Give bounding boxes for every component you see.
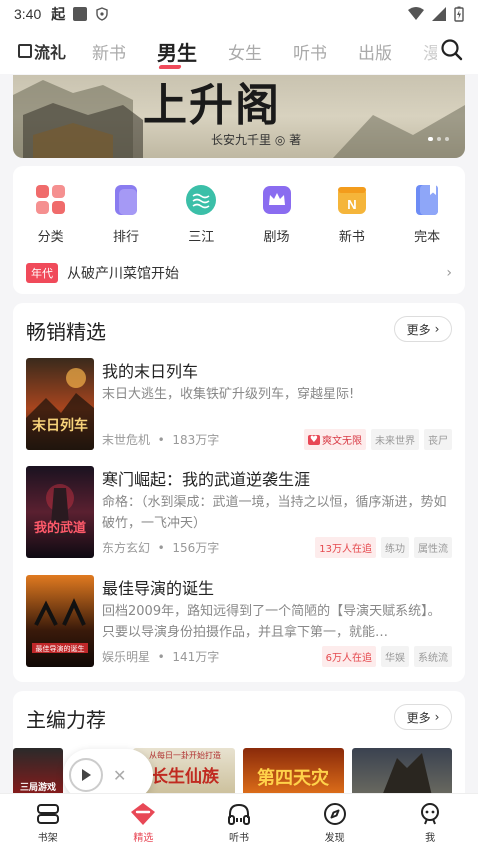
svg-text:三局游戏: 三局游戏: [20, 781, 56, 793]
svg-text:第四天灾: 第四天灾: [257, 767, 329, 789]
svg-text:长生仙族: 长生仙族: [151, 766, 220, 787]
book-cover[interactable]: 三局游戏: [13, 748, 63, 796]
section-title: 畅销精选: [26, 320, 106, 344]
svg-text:最佳导演的诞生: 最佳导演的诞生: [36, 644, 85, 653]
wave-icon: [186, 185, 217, 215]
more-button[interactable]: 更多 ›: [394, 316, 452, 342]
logo-text: 流礼: [34, 43, 67, 62]
category-completed[interactable]: 完本: [389, 184, 464, 245]
banner-pagination: [428, 137, 449, 141]
nav-profile[interactable]: 我: [382, 794, 478, 851]
app-notification-icon: 起: [51, 7, 66, 23]
top-nav: 流礼 新书 男生 女生 听书 出版 漫: [0, 28, 478, 74]
chevron-right-icon: ›: [434, 322, 440, 336]
book-item[interactable]: 最佳导演的诞生 最佳导演的诞生 回档2009年，路知远得到了一个简陋的【导演天赋…: [26, 575, 452, 667]
shield-icon: [96, 7, 108, 21]
new-book-icon: N: [337, 187, 366, 214]
tab-male[interactable]: 男生: [157, 37, 197, 66]
book-item[interactable]: 末日列车 我的末日列车 末日大逃生，收集铁矿升级列车，穿越星际! 末世危机 • …: [26, 358, 452, 450]
tab-publishing[interactable]: 出版: [358, 39, 392, 64]
chevron-right-icon: ›: [434, 710, 440, 724]
nav-discover[interactable]: 发现: [287, 794, 383, 851]
book-title: 我的末日列车: [102, 362, 199, 381]
book-meta: 娱乐明星 • 141万字: [102, 650, 220, 664]
category-card: 分类 排行 三江 剧场 N 新书 完本 年代 从破产川菜馆开始 ›: [13, 166, 465, 294]
close-icon[interactable]: ✕: [113, 766, 126, 785]
play-button[interactable]: [69, 758, 103, 792]
book-cover[interactable]: [352, 748, 452, 796]
genre-tag: 华娱: [381, 646, 409, 667]
genre-tag: 练功: [381, 537, 409, 558]
logo-mark-icon: [18, 44, 32, 58]
crown-icon: [262, 186, 291, 214]
section-title: 主编力荐: [26, 708, 106, 732]
book-description: 命格：（水到渠成：武道一境，当持之以恒，循序渐进，势如破竹，一飞冲天）: [102, 495, 447, 531]
genre-tag: 系统流: [414, 646, 452, 667]
book-description: 末日大逃生，收集铁矿升级列车，穿越星际!: [102, 387, 355, 402]
app-logo[interactable]: 流礼: [18, 39, 66, 63]
book-tags: ♥ 爽文无限 未来世界 丧尸: [303, 429, 452, 450]
notice-text: 从破产川菜馆开始: [67, 266, 179, 282]
tab-new-books[interactable]: 新书: [92, 39, 126, 64]
notice-bar[interactable]: 年代 从破产川菜馆开始 ›: [26, 262, 452, 284]
book-title: 最佳导演的诞生: [102, 579, 215, 598]
svg-text:末日列车: 末日列车: [32, 417, 88, 434]
profile-icon: [421, 803, 440, 825]
genre-tag: 属性流: [414, 537, 452, 558]
tab-audiobooks[interactable]: 听书: [293, 39, 327, 64]
signal-icon: [432, 7, 446, 21]
book-cover[interactable]: 第四天灾: [243, 748, 344, 796]
battery-icon: [454, 6, 464, 22]
category-new-books[interactable]: N 新书: [314, 184, 389, 245]
category-ranking[interactable]: 排行: [88, 184, 163, 245]
category-sanjiang[interactable]: 三江: [164, 184, 239, 245]
book-description: 回档2009年，路知远得到了一个简陋的【导演天赋系统】。只要以导演身份拍摄作品，…: [102, 604, 441, 640]
category-theater[interactable]: 剧场: [239, 184, 314, 245]
nav-featured[interactable]: 精选: [96, 794, 192, 851]
banner-author: 长安九千里 ◎ 著: [211, 133, 302, 147]
nav-audiobooks[interactable]: 听书: [191, 794, 287, 851]
genre-tag: 未来世界: [371, 429, 419, 450]
bookshelf-icon: [36, 804, 59, 824]
wifi-icon: [408, 7, 424, 20]
tab-comics[interactable]: 漫: [423, 39, 437, 64]
book-cover: 末日列车: [26, 358, 94, 450]
play-icon: [82, 769, 91, 781]
book-item[interactable]: 我的武道 寒门崛起：我的武道逆袭生涯 命格：（水到渠成：武道一境，当持之以恒，循…: [26, 466, 452, 558]
more-button[interactable]: 更多 ›: [394, 704, 452, 730]
nav-bookshelf[interactable]: 书架: [0, 794, 96, 851]
bestsellers-section: 畅销精选 更多 › 末日列车 我的末日列车 末日大逃生，收集铁矿升级列车，穿越星际…: [13, 303, 465, 682]
status-bar: 3:40 起: [0, 0, 478, 28]
square-notification-icon: [73, 7, 88, 21]
status-time: 3:40: [14, 6, 42, 22]
chevron-right-icon: ›: [446, 265, 452, 281]
bottom-nav: 书架 精选 听书 发现 我: [0, 793, 478, 851]
featured-icon: [131, 803, 156, 825]
book-title: 寒门崛起：我的武道逆袭生涯: [102, 470, 311, 489]
grid-icon: [35, 185, 65, 214]
rank-icon: [114, 185, 137, 215]
search-icon[interactable]: [440, 38, 464, 62]
svg-text:从每日一卦开始打造: 从每日一卦开始打造: [149, 750, 221, 760]
brand-tag: ♥ 爽文无限: [303, 429, 366, 450]
category-classify[interactable]: 分类: [13, 184, 88, 245]
compass-icon: [323, 803, 346, 825]
followers-tag: 13万人在追: [315, 537, 376, 558]
book-meta: 东方玄幻 • 156万字: [102, 541, 220, 555]
followers-tag: 6万人在追: [321, 646, 376, 667]
tab-female[interactable]: 女生: [228, 39, 262, 64]
svg-text:我的武道: 我的武道: [34, 520, 86, 536]
book-tags: 13万人在追 练功 属性流: [315, 537, 452, 558]
banner-title: 上升阁: [143, 80, 281, 131]
book-tags: 6万人在追 华娱 系统流: [321, 646, 452, 667]
promo-banner[interactable]: 上升阁 长安九千里 ◎ 著: [13, 75, 465, 158]
notice-tag: 年代: [26, 263, 58, 283]
headphones-icon: [227, 803, 250, 825]
book-cover: 最佳导演的诞生: [26, 575, 94, 667]
book-cover: 我的武道: [26, 466, 94, 558]
book-meta: 末世危机 • 183万字: [102, 433, 220, 447]
svg-text:N: N: [347, 197, 356, 212]
bookmark-icon: [416, 185, 439, 215]
genre-tag: 丧尸: [424, 429, 452, 450]
